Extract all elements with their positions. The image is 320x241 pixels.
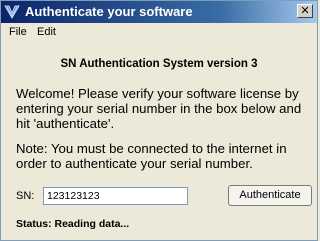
authenticate-button[interactable]: Authenticate (228, 185, 312, 206)
menu-file[interactable]: File (9, 26, 27, 38)
status-text: Status: Reading data... (16, 218, 130, 230)
serial-number-input[interactable] (43, 187, 188, 205)
close-icon: ✕ (300, 4, 310, 17)
authenticate-window: Authenticate your software ✕ File Edit S… (0, 0, 318, 241)
menu-bar: File Edit (1, 23, 317, 41)
title-bar[interactable]: Authenticate your software ✕ (1, 1, 317, 23)
page-heading: SN Authentication System version 3 (60, 58, 258, 70)
app-logo-icon (4, 4, 20, 20)
note-text: Note: You must be connected to the inter… (16, 141, 287, 171)
close-button[interactable]: ✕ (297, 4, 313, 18)
window-title: Authenticate your software (25, 4, 193, 19)
serial-number-label: SN: (16, 190, 35, 202)
welcome-text: Welcome! Please verify your software lic… (16, 86, 302, 131)
menu-edit[interactable]: Edit (37, 26, 56, 38)
